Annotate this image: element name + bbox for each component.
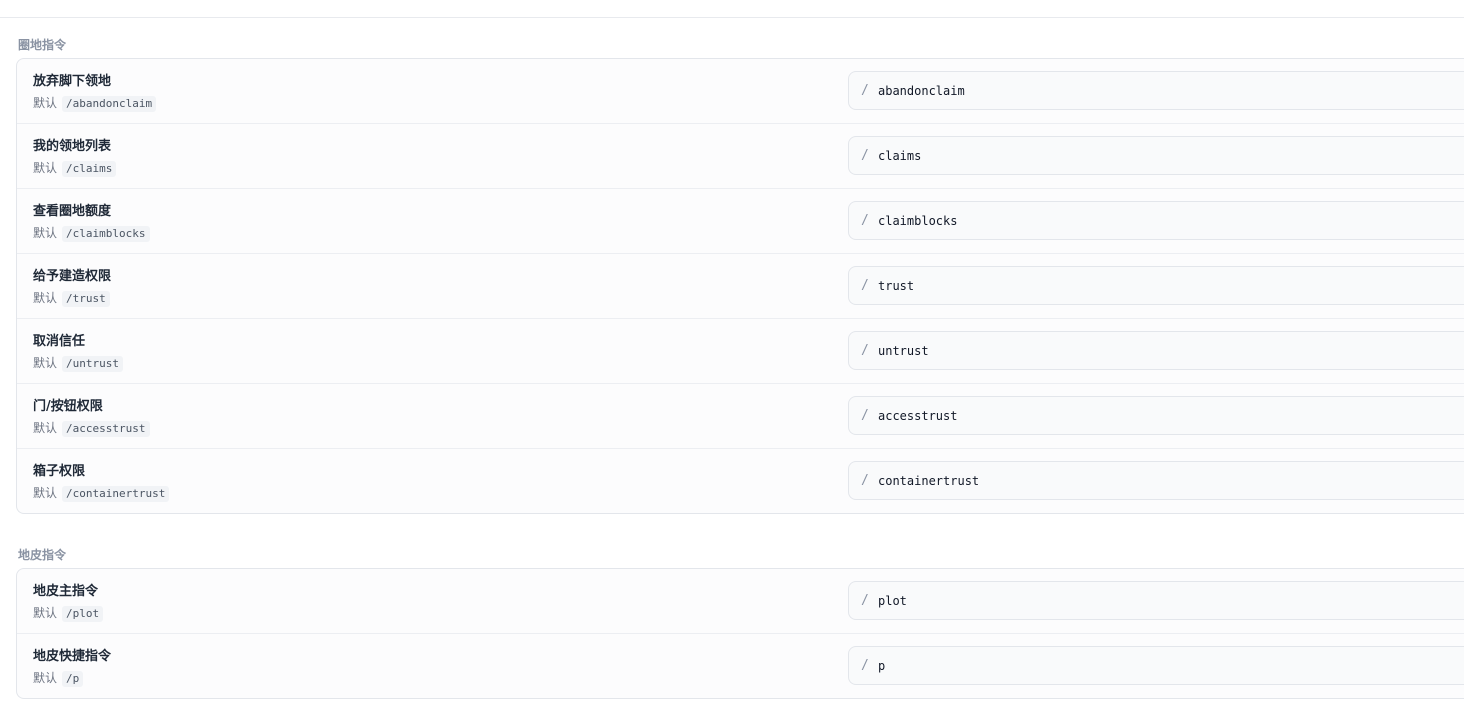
command-default: 默认/plot — [33, 605, 104, 622]
default-label: 默认 — [33, 291, 58, 305]
command-input-wrap: / — [848, 71, 1464, 110]
command-row-p: 地皮快捷指令 默认/p / — [17, 634, 1464, 698]
command-input-wrap: / — [848, 461, 1464, 500]
default-command-code: /claims — [62, 161, 117, 177]
default-label: 默认 — [33, 161, 58, 175]
command-input-accesstrust[interactable] — [878, 405, 1458, 426]
slash-prefix: / — [861, 343, 869, 358]
default-label: 默认 — [33, 226, 58, 240]
default-command-code: /trust — [62, 291, 110, 307]
command-input-untrust[interactable] — [878, 340, 1458, 361]
default-command-code: /p — [62, 671, 84, 687]
command-title: 地皮主指令 — [33, 584, 99, 599]
slash-prefix: / — [861, 148, 869, 163]
default-label: 默认 — [33, 486, 58, 500]
slash-prefix: / — [861, 213, 869, 228]
command-default: 默认/trust — [33, 290, 110, 307]
command-row-untrust: 取消信任 默认/untrust / — [17, 319, 1464, 384]
section-label-plots: 地皮指令 — [18, 548, 67, 562]
command-input-wrap: / — [848, 396, 1464, 435]
command-input-trust[interactable] — [878, 275, 1458, 296]
command-row-accesstrust: 门/按钮权限 默认/accesstrust / — [17, 384, 1464, 449]
default-label: 默认 — [33, 96, 58, 110]
default-label: 默认 — [33, 606, 58, 620]
command-title: 门/按钮权限 — [33, 399, 103, 414]
command-row-plot: 地皮主指令 默认/plot / — [17, 569, 1464, 634]
slash-prefix: / — [861, 473, 869, 488]
command-input-wrap: / — [848, 201, 1464, 240]
command-input-abandonclaim[interactable] — [878, 80, 1458, 101]
default-command-code: /abandonclaim — [62, 96, 157, 112]
command-default: 默认/containertrust — [33, 485, 170, 502]
command-row-claimblocks: 查看圈地额度 默认/claimblocks / — [17, 189, 1464, 254]
default-command-code: /plot — [62, 606, 104, 622]
default-label: 默认 — [33, 421, 58, 435]
command-default: 默认/p — [33, 670, 84, 687]
default-label: 默认 — [33, 671, 58, 685]
command-row-trust: 给予建造权限 默认/trust / — [17, 254, 1464, 319]
command-title: 查看圈地额度 — [33, 204, 112, 219]
command-row-claims: 我的领地列表 默认/claims / — [17, 124, 1464, 189]
command-title: 给予建造权限 — [33, 269, 112, 284]
command-input-wrap: / — [848, 331, 1464, 370]
command-title: 箱子权限 — [33, 464, 86, 479]
slash-prefix: / — [861, 593, 869, 608]
command-row-abandonclaim: 放弃脚下领地 默认/abandonclaim / — [17, 59, 1464, 124]
default-label: 默认 — [33, 356, 58, 370]
section-label-claims: 圈地指令 — [18, 38, 67, 52]
command-input-containertrust[interactable] — [878, 470, 1458, 491]
default-command-code: /claimblocks — [62, 226, 150, 242]
command-title: 地皮快捷指令 — [33, 649, 112, 664]
command-default: 默认/abandonclaim — [33, 95, 157, 112]
slash-prefix: / — [861, 83, 869, 98]
claims-command-card: 放弃脚下领地 默认/abandonclaim / 我的领地列表 默认/claim… — [16, 58, 1464, 514]
command-title: 放弃脚下领地 — [33, 74, 112, 89]
command-title: 取消信任 — [33, 334, 86, 349]
slash-prefix: / — [861, 658, 869, 673]
default-command-code: /accesstrust — [62, 421, 150, 437]
command-input-plot[interactable] — [878, 590, 1458, 611]
command-input-wrap: / — [848, 266, 1464, 305]
command-default: 默认/claims — [33, 160, 117, 177]
command-input-wrap: / — [848, 136, 1464, 175]
command-input-claims[interactable] — [878, 145, 1458, 166]
slash-prefix: / — [861, 408, 869, 423]
command-title: 我的领地列表 — [33, 139, 112, 154]
command-input-claimblocks[interactable] — [878, 210, 1458, 231]
default-command-code: /containertrust — [62, 486, 170, 502]
command-input-wrap: / — [848, 646, 1464, 685]
plot-command-card: 地皮主指令 默认/plot / 地皮快捷指令 默认/p / — [16, 568, 1464, 699]
slash-prefix: / — [861, 278, 869, 293]
command-default: 默认/untrust — [33, 355, 123, 372]
command-input-p[interactable] — [878, 655, 1458, 676]
command-input-wrap: / — [848, 581, 1464, 620]
command-default: 默认/accesstrust — [33, 420, 150, 437]
command-row-containertrust: 箱子权限 默认/containertrust / — [17, 449, 1464, 513]
default-command-code: /untrust — [62, 356, 123, 372]
command-default: 默认/claimblocks — [33, 225, 150, 242]
top-bar — [0, 0, 1464, 18]
